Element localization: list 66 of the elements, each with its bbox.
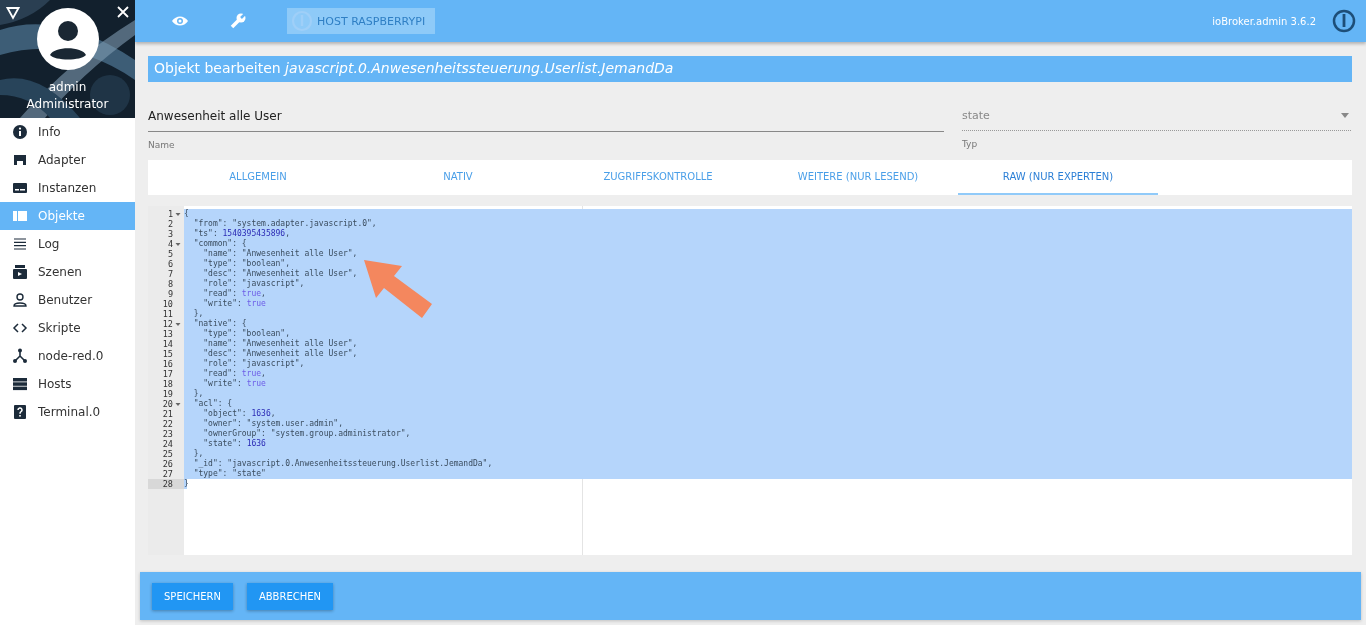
fold-icon[interactable] [175,401,181,407]
sidebar-icon [12,208,28,224]
sidebar-icon [12,152,28,168]
fold-icon[interactable] [175,211,181,217]
sidebar-item[interactable]: Skripte [0,314,135,342]
line-number: 12 [148,319,184,329]
field-label: Name [148,140,176,150]
line-number: 8 [166,279,174,289]
line-number: 19 [161,389,174,399]
line-number: 18 [161,379,174,389]
line-number: 14 [161,339,174,349]
triangle-icon[interactable] [6,6,20,20]
line-number: 17 [161,369,174,379]
sidebar-icon [12,236,28,252]
caret-icon [1341,113,1349,118]
sidebar-icon [12,124,28,140]
line-number: 3 [166,229,174,239]
line-number: 10 [161,299,174,309]
arrow-icon [362,258,434,320]
fold-icon[interactable] [175,321,181,327]
line-number: 26 [161,459,174,469]
line-number: 6 [166,259,174,269]
line-number: 23 [161,429,174,439]
line-number: 9 [166,289,174,299]
avatar-icon [36,8,99,70]
sidebar-icon [12,348,28,364]
sidebar-item[interactable]: Hosts [0,370,135,398]
fold-icon[interactable] [175,241,181,247]
sidebar-item[interactable]: Benutzer [0,286,135,314]
line-number: 5 [166,249,174,259]
sidebar-item[interactable]: Terminal.0 [0,398,135,426]
user-role: Administrator [26,97,109,111]
version-label: ioBroker.admin 3.6.2 [1212,15,1316,27]
sidebar-icon [12,180,28,196]
line-number: 25 [161,449,174,459]
line-number: 4 [148,239,184,249]
line-number: 11 [161,309,174,319]
line-number: 15 [161,349,174,359]
line-number: 2 [166,219,174,229]
line-number: 1 [148,209,184,219]
line-number: 28 [148,479,184,489]
line-number: 24 [161,439,174,449]
line-number: 27 [161,469,174,479]
page-title: Objekt bearbeiten javascript.0.Anwesenheitssteuerung.Userlist.JemandDa [148,56,1352,82]
line-number: 16 [161,359,174,369]
sidebar-icon [12,264,28,280]
line-number: 21 [161,409,174,419]
sidebar-item[interactable]: Adapter [0,146,135,174]
line-number: 13 [161,329,174,339]
line-number: 20 [148,399,184,409]
user-name: admin [48,80,87,94]
line-number: 22 [161,419,174,429]
close-icon[interactable] [117,6,129,18]
sidebar-icon [12,404,28,420]
logo-icon [1332,9,1356,33]
sidebar-item[interactable]: Instanzen [0,174,135,202]
line-number: 7 [166,269,174,279]
sidebar-icon [12,292,28,308]
sidebar-item[interactable]: Log [0,230,135,258]
sidebar-icon [12,376,28,392]
sidebar-item[interactable]: Info [0,118,135,146]
tab[interactable]: RAW (NUR EXPERTEN) [958,160,1158,195]
name-field[interactable]: Anwesenheit alle User [148,104,944,132]
field-label: Typ [962,139,979,149]
sidebar-item[interactable]: node-red.0 [0,342,135,370]
sidebar-item[interactable]: Szenen [0,258,135,286]
